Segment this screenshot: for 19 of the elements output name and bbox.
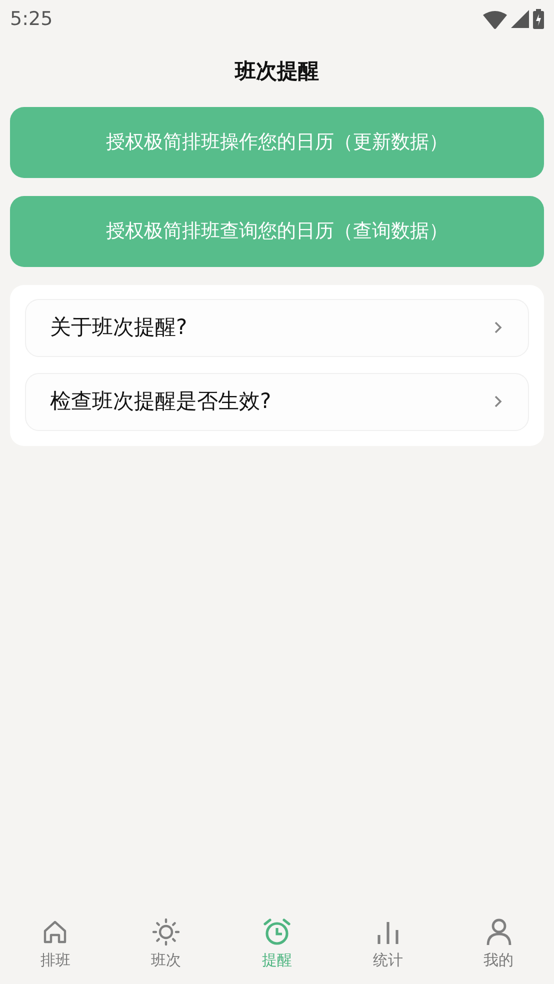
wifi-icon xyxy=(483,10,507,28)
menu-item[interactable]: 检查班次提醒是否生效? xyxy=(25,372,529,430)
person-icon xyxy=(484,918,513,946)
authorize-button[interactable]: 授权极简排班查询您的日历（查询数据） xyxy=(10,196,544,266)
menu-item[interactable]: 关于班次提醒? xyxy=(25,298,529,356)
sun-icon xyxy=(152,918,180,946)
tab[interactable]: 排班 xyxy=(0,906,111,984)
signal-icon xyxy=(511,10,529,28)
tab[interactable]: 统计 xyxy=(332,906,444,984)
tab[interactable]: 我的 xyxy=(443,906,554,984)
authorize-button[interactable]: 授权极简排班操作您的日历（更新数据） xyxy=(10,106,544,178)
page-title: 班次提醒 xyxy=(234,58,320,85)
battery-icon xyxy=(533,9,544,29)
tab[interactable]: 提醒 xyxy=(222,906,332,984)
chevron-right-icon xyxy=(494,321,502,334)
chevron-right-icon xyxy=(494,395,502,408)
alarm-clock-icon xyxy=(262,918,291,946)
status-time: 5:25 xyxy=(10,6,53,32)
tab[interactable]: 班次 xyxy=(110,906,222,984)
